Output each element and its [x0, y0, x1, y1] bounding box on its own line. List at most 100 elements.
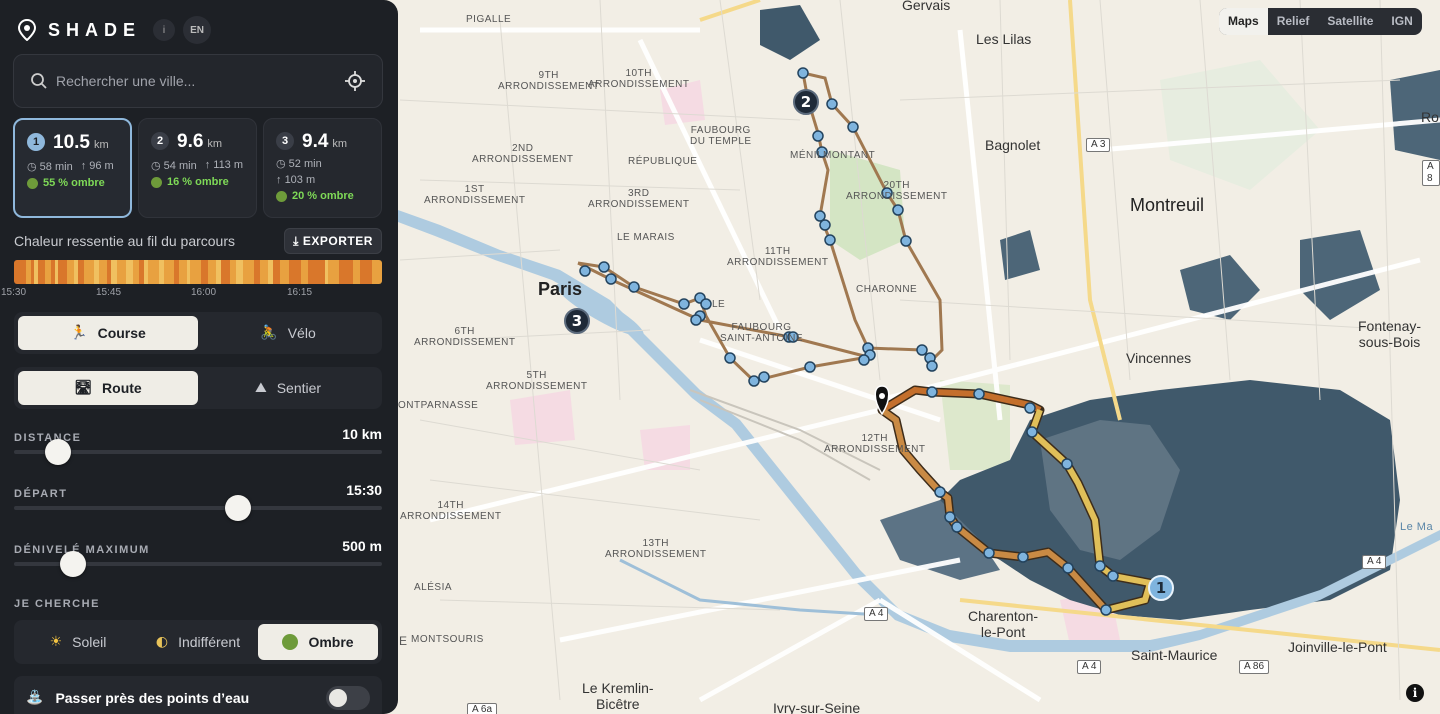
heat-segment	[179, 260, 187, 284]
route-card-unit: km	[207, 138, 223, 150]
distance-value: 10 km	[342, 426, 382, 442]
heat-segment	[99, 260, 108, 284]
heat-tick: 16:15	[287, 287, 313, 298]
preference-soleil[interactable]: ☀ Soleil	[18, 624, 138, 660]
heat-segment	[147, 260, 160, 284]
route-card-duration: 54 min	[163, 160, 197, 172]
heat-segment	[164, 260, 174, 284]
route-card-1[interactable]: 1 10.5 km ◷ 58 min ↑ 96 m 55 % ombre	[13, 118, 132, 218]
app-root: Gervais Les Lilas Bagnolet Montreuil Ro …	[0, 0, 1440, 714]
preference-indifferent-label: Indifférent	[178, 634, 241, 650]
info-badge[interactable]: i	[153, 19, 176, 41]
surface-route[interactable]: 🛣 Route	[18, 371, 198, 405]
route-card-number: 3	[276, 132, 294, 150]
route-card-duration: 58 min	[39, 161, 73, 173]
depart-handle[interactable]	[225, 495, 252, 521]
language-toggle[interactable]: EN	[183, 16, 212, 44]
depart-label: DÉPART	[14, 488, 68, 500]
elevation-icon: ↑	[204, 159, 211, 171]
surface-sentier-label: Sentier	[276, 380, 322, 396]
district-13th: 13TH ARRONDISSEMENT	[605, 538, 707, 560]
activity-velo-label: Vélo	[287, 325, 316, 341]
district-montsouris: MONTSOURIS	[411, 634, 484, 645]
route-marker-1[interactable]: 1	[1148, 575, 1174, 601]
surface-route-label: Route	[102, 380, 142, 396]
pin-logo-icon	[18, 19, 36, 41]
depart-track[interactable]	[14, 506, 382, 510]
heat-title: Chaleur ressentie au fil du parcours	[14, 233, 236, 249]
city-label-joinville: Joinville-le-Pont	[1288, 639, 1387, 655]
surface-selector: 🛣 Route ⛰ Sentier	[14, 367, 382, 409]
heat-segment	[339, 260, 354, 284]
road-icon: 🛣	[74, 380, 93, 396]
locate-icon[interactable]	[344, 70, 366, 92]
heat-segment	[83, 260, 95, 284]
district-montparnasse: ONTPARNASSE	[398, 400, 479, 411]
heat-tick: 16:00	[191, 287, 217, 298]
city-label-ivry: Ivry-sur-Seine	[773, 700, 861, 714]
app-title: SHADE	[48, 19, 142, 40]
search-input[interactable]: Rechercher une ville...	[56, 73, 344, 89]
map-info-button[interactable]: i	[1406, 684, 1424, 702]
city-label-vincennes: Vincennes	[1126, 350, 1192, 366]
map-type-satellite[interactable]: Satellite	[1318, 8, 1382, 35]
road-badge-a8: A 8	[1422, 160, 1440, 186]
activity-course[interactable]: 🏃 Course	[18, 316, 198, 350]
heat-segment	[279, 260, 290, 284]
surface-sentier[interactable]: ⛰ Sentier	[198, 371, 378, 405]
district-6th: 6TH ARRONDISSEMENT	[414, 326, 516, 348]
route-marker-3[interactable]: 3	[564, 308, 590, 334]
denivele-slider: DÉNIVELÉ MAXIMUM 500 m	[14, 538, 382, 577]
district-10th: 10TH ARRONDISSEMENT	[588, 68, 690, 90]
heat-segment	[328, 260, 340, 284]
city-label-ro: Ro	[1421, 109, 1439, 125]
distance-slider: DISTANCE 10 km	[14, 426, 382, 465]
map-type-ign[interactable]: IGN	[1382, 8, 1421, 35]
road-badge-a3: A 3	[1086, 138, 1111, 152]
district-e: e	[399, 634, 408, 648]
runner-icon: 🏃	[70, 325, 88, 341]
distance-handle[interactable]	[45, 439, 72, 465]
heat-segment	[259, 260, 269, 284]
export-button[interactable]: ⤓ EXPORTER	[284, 228, 382, 254]
road-badge-a6a: A 6a	[467, 703, 498, 714]
city-label-les-lilas: Les Lilas	[976, 31, 1032, 47]
river-label: Le Ma	[1400, 521, 1434, 533]
district-alesia: ALÉSIA	[414, 582, 453, 593]
preference-selector: ☀ Soleil ◐ Indifférent Ombre	[14, 620, 382, 664]
heat-segment	[308, 260, 325, 284]
heat-segment	[126, 260, 134, 284]
district-3rd: 3RD ARRONDISSEMENT	[588, 188, 690, 210]
district-14th: 14TH ARRONDISSEMENT	[400, 500, 502, 522]
activity-velo[interactable]: 🚴 Vélo	[198, 316, 378, 350]
preference-indifferent[interactable]: ◐ Indifférent	[138, 624, 258, 660]
preference-soleil-label: Soleil	[72, 634, 107, 650]
city-search[interactable]: Rechercher une ville...	[13, 54, 383, 108]
elevation-icon: ↑	[276, 174, 282, 186]
cyclist-icon: 🚴	[260, 325, 278, 341]
route-card-number: 1	[27, 133, 45, 151]
city-label-saint-maurice: Saint-Maurice	[1131, 647, 1218, 663]
heat-segment	[220, 260, 231, 284]
route-card-distance: 10.5	[53, 132, 90, 153]
water-points-toggle[interactable]	[326, 686, 370, 710]
route-card-2[interactable]: 2 9.6 km ◷ 54 min ↑ 113 m 16 % ombre	[138, 118, 257, 218]
route-marker-2[interactable]: 2	[793, 89, 819, 115]
preference-ombre-label: Ombre	[308, 634, 354, 650]
route-card-distance: 9.4	[302, 131, 329, 152]
district-marais: LE MARAIS	[617, 232, 675, 243]
heat-segment	[372, 260, 382, 284]
road-badge-a4-2: A 4	[1077, 660, 1102, 674]
denivele-handle[interactable]	[59, 551, 86, 577]
city-label-montreuil: Montreuil	[1130, 195, 1205, 215]
route-card-elevation: 113 m	[213, 159, 244, 171]
heat-segment	[360, 260, 373, 284]
route-card-shade: 55 % ombre	[43, 177, 105, 189]
district-charonne: CHARONNE	[856, 284, 918, 295]
district-11th: 11TH ARRONDISSEMENT	[727, 246, 829, 268]
map-type-maps[interactable]: Maps	[1219, 8, 1268, 35]
district-1st: 1ST ARRONDISSEMENT	[424, 184, 526, 206]
map-type-relief[interactable]: Relief	[1268, 8, 1319, 35]
preference-ombre[interactable]: Ombre	[258, 624, 378, 660]
route-card-3[interactable]: 3 9.4 km ◷ 52 min ↑ 103 m 20 % ombre	[263, 118, 382, 218]
